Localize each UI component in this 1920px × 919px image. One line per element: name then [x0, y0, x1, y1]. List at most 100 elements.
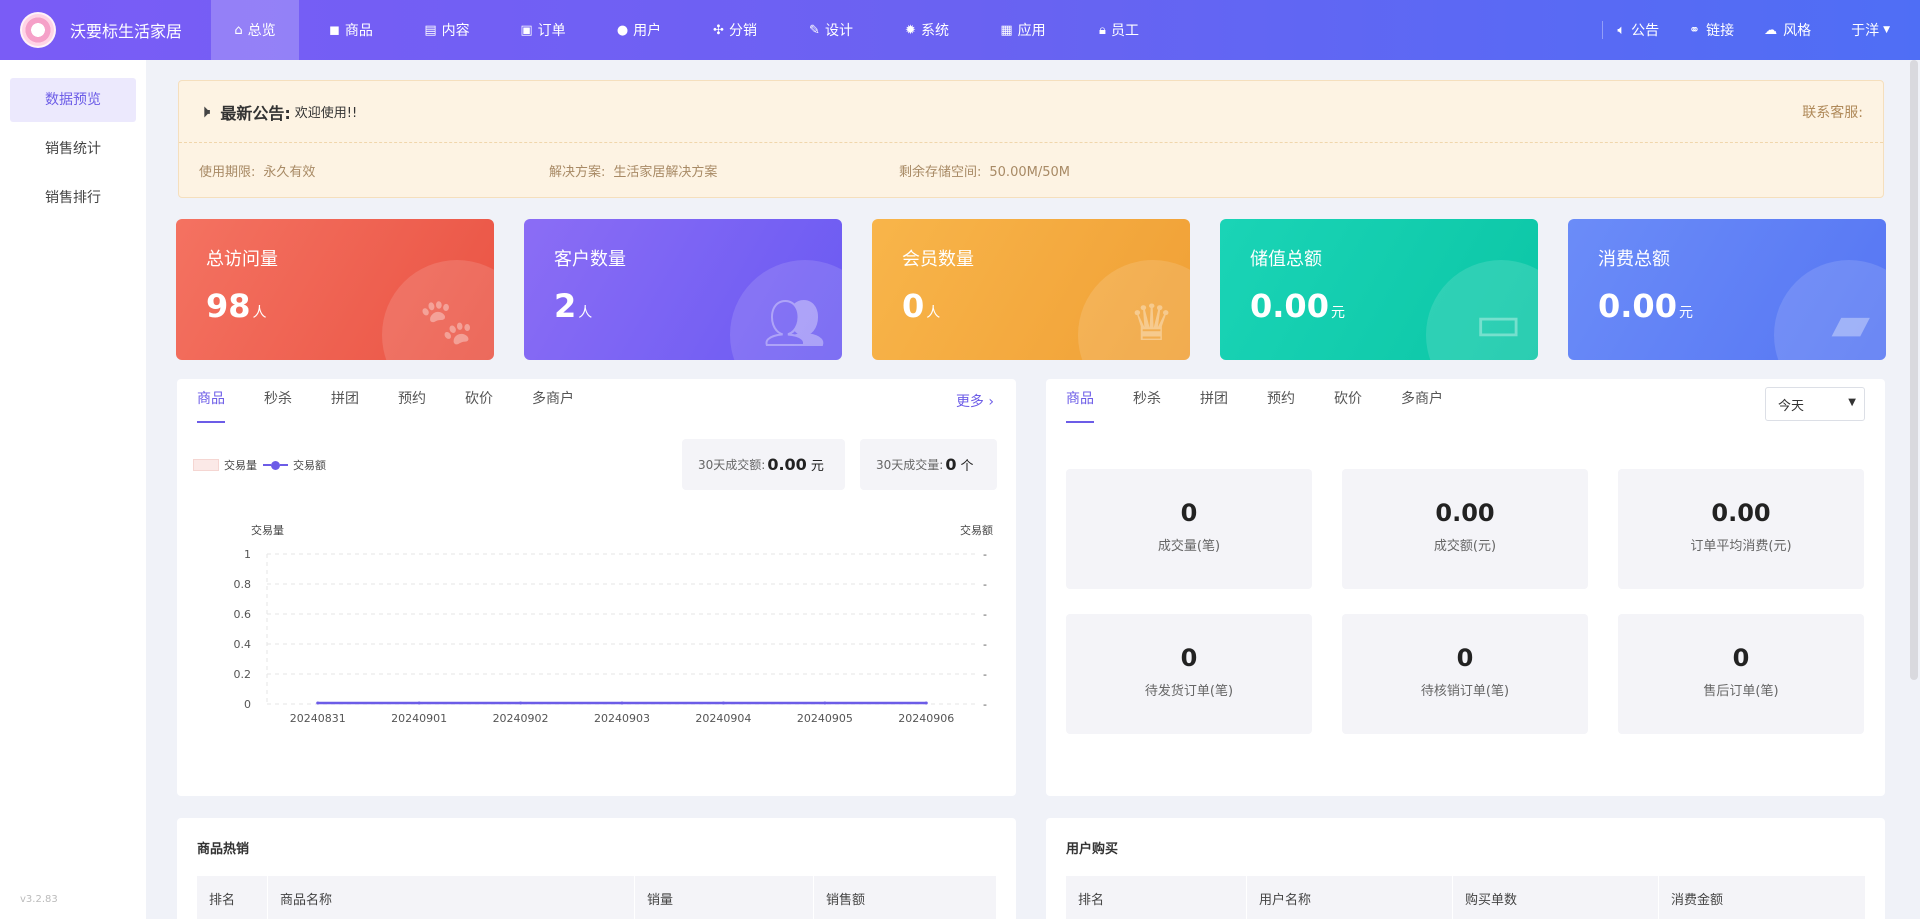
user-buy-table-header: 排名 用户名称 购买单数 消费金额 [1066, 876, 1865, 919]
period-label: 使用期限: [199, 164, 256, 180]
kpi-value: 0.00 [1435, 499, 1495, 527]
nav-design[interactable]: ✎ 设计 [787, 0, 875, 60]
nav-label: 订单 [537, 23, 566, 39]
y-tick-label-left: 0.2 [234, 668, 252, 681]
more-link[interactable]: 更多 › [956, 391, 994, 411]
card-unit: 人 [252, 305, 267, 321]
tab-seckill[interactable]: 秒杀 [1133, 379, 1161, 425]
nav-label: 员工 [1110, 23, 1139, 39]
period-select[interactable]: 今天 ▼ [1765, 387, 1865, 421]
user-menu[interactable]: 于洋 ▼ [1851, 20, 1890, 40]
tab-bargain[interactable]: 砍价 [1334, 379, 1362, 425]
tab-booking[interactable]: 预约 [398, 379, 426, 425]
card-icon: ▭ [1474, 294, 1522, 352]
stat-value: 0 [945, 455, 957, 474]
brush-icon: ✎ [809, 22, 820, 38]
user-icon: ● [616, 22, 629, 38]
stat-unit: 元 [810, 459, 824, 474]
notice-header: 🕨︎ 最新公告: 欢迎使用!! 联系客服: [179, 81, 1883, 143]
sidebar-item-sales-ranking[interactable]: 销售排行 [10, 176, 136, 220]
line-point [721, 701, 725, 705]
notice-title: 最新公告: [220, 103, 291, 123]
nav-label: 应用 [1017, 23, 1046, 39]
card-number: 98 [206, 287, 251, 325]
nav-orders[interactable]: ▣ 订单 [499, 0, 587, 60]
sidebar-item-sales-stats[interactable]: 销售统计 [10, 127, 136, 171]
stat-label: 30天成交量: [876, 458, 944, 472]
kpi-value: 0 [1456, 644, 1474, 672]
order-tabs: 商品 秒杀 拼团 预约 砍价 多商户 今天 ▼ [1046, 379, 1885, 425]
x-tick-label: 20240831 [290, 712, 346, 725]
kpi-pending-ship: 0 待发货订单(笔) [1066, 614, 1312, 734]
kpi-label: 待发货订单(笔) [1144, 684, 1234, 699]
palette-icon: ☁︎ [1764, 22, 1778, 38]
order-stats-panel: 商品 秒杀 拼团 预约 砍价 多商户 今天 ▼ 0 成交量(笔) 0.00 成交额(… [1046, 379, 1885, 796]
bag-icon: ◼ [329, 22, 340, 38]
kpi-label: 成交量(笔) [1157, 539, 1221, 554]
sidebar-item-data-preview[interactable]: 数据预览 [10, 78, 136, 122]
nav-label: 用户 [633, 23, 662, 39]
brand[interactable]: 沃要标生活家居 [0, 0, 211, 60]
card-total-visits: 总访问量 98 人 🐾︎ [176, 219, 494, 360]
tab-seckill[interactable]: 秒杀 [264, 379, 292, 425]
trade-chart-panel: 商品 秒杀 拼团 预约 砍价 多商户 更多 › 交易量 交易额 30天成交额: … [177, 379, 1016, 796]
storage-label: 剩余存储空间: [899, 164, 982, 180]
kpi-deal-count: 0 成交量(笔) [1066, 469, 1312, 589]
crown-icon: ♛ [1129, 294, 1174, 352]
speaker-icon: 🕨︎ [199, 101, 211, 122]
card-number: 0 [902, 287, 925, 325]
legend-label-amount: 交易额 [293, 459, 326, 472]
network-icon: ✣ [713, 22, 724, 38]
nav-staff[interactable]: 🔒︎ 员工 [1075, 0, 1163, 60]
tab-goods[interactable]: 商品 [1066, 379, 1094, 425]
tab-multi-merchant[interactable]: 多商户 [1401, 379, 1443, 425]
top-right-actions: 🔈︎ 公告 ⚭ 链接 ☁︎ 风格 于洋 ▼ [1572, 0, 1920, 60]
x-tick-label: 20240904 [695, 712, 751, 725]
link-label: 链接 [1706, 23, 1735, 39]
nav-label: 商品 [344, 23, 373, 39]
hot-goods-panel: 商品热销 排名 商品名称 销量 销售额 [177, 818, 1016, 919]
tab-booking[interactable]: 预约 [1267, 379, 1295, 425]
link-icon: ⚭ [1689, 22, 1701, 38]
kpi-label: 售后订单(笔) [1703, 684, 1779, 699]
nav-users[interactable]: ● 用户 [595, 0, 683, 60]
period-value: 今天 [1778, 398, 1805, 414]
tab-multi-merchant[interactable]: 多商户 [532, 379, 574, 425]
nav-label: 设计 [824, 23, 853, 39]
notice-link[interactable]: 🔈︎ 公告 [1617, 20, 1659, 40]
brand-name: 沃要标生活家居 [70, 22, 183, 41]
nav-system[interactable]: ✹ 系统 [883, 0, 971, 60]
kpi-value: 0 [1180, 644, 1198, 672]
card-customers: 客户数量 2人 👥︎ [524, 219, 842, 360]
y-tick-label-left: 0.8 [234, 578, 252, 591]
nav-apps[interactable]: ▦ 应用 [979, 0, 1067, 60]
wallet-icon: ▰ [1831, 294, 1870, 352]
top-bar: 沃要标生活家居 ⌂ 总览 ◼ 商品 ▤ 内容 ▣ 订单 ● 用户 ✣ 分销 ✎ 设计 ✹ 系统 … [0, 0, 1920, 60]
tab-group[interactable]: 拼团 [331, 379, 359, 425]
y-tick-label-right: - [983, 608, 987, 621]
y-axis-title-left: 交易量 [251, 523, 284, 537]
kpi-value: 0 [1732, 644, 1750, 672]
chart-legend: 交易量 交易额 [193, 457, 326, 473]
nav-overview[interactable]: ⌂ 总览 [211, 0, 299, 60]
scrollbar-thumb[interactable] [1910, 60, 1918, 680]
nav-goods[interactable]: ◼ 商品 [307, 0, 395, 60]
document-icon: ▤ [424, 22, 437, 38]
card-unit: 元 [1330, 305, 1345, 321]
chevron-down-icon: ▼ [1848, 397, 1856, 408]
line-point [417, 701, 421, 705]
y-tick-label-right: - [983, 578, 987, 591]
tab-bargain[interactable]: 砍价 [465, 379, 493, 425]
y-tick-label-left: 0 [244, 698, 251, 711]
nav-distribution[interactable]: ✣ 分销 [691, 0, 779, 60]
kpi-avg-order: 0.00 订单平均消费(元) [1618, 469, 1864, 589]
gear-icon: ✹ [905, 22, 916, 38]
col-order-count: 购买单数 [1465, 892, 1518, 908]
tab-goods[interactable]: 商品 [197, 379, 225, 425]
style-link[interactable]: ☁︎ 风格 [1764, 20, 1811, 40]
tab-group[interactable]: 拼团 [1200, 379, 1228, 425]
card-consumption: 消费总额 0.00 元 ▰ [1568, 219, 1886, 360]
nav-content[interactable]: ▤ 内容 [403, 0, 491, 60]
link-link[interactable]: ⚭ 链接 [1689, 20, 1734, 40]
customer-service-link[interactable]: 联系客服: [1802, 102, 1863, 122]
